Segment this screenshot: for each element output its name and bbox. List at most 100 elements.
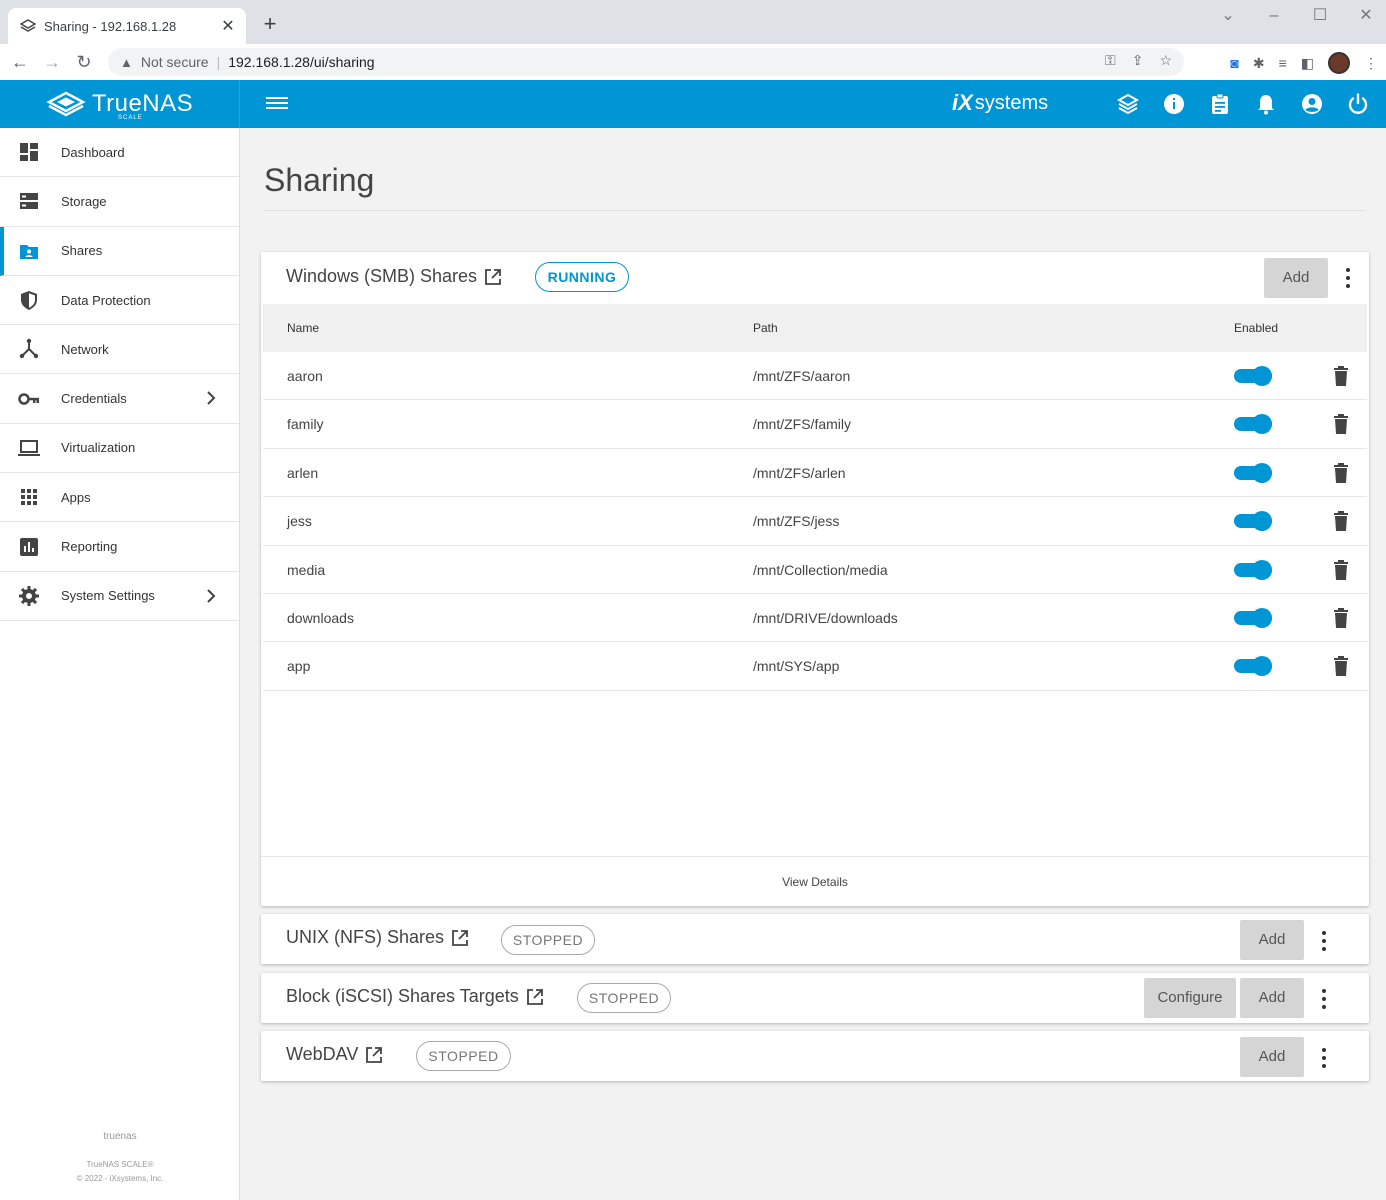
enabled-toggle[interactable]: [1234, 559, 1272, 580]
close-window-icon[interactable]: ✕: [1343, 6, 1386, 26]
sidebar-item-shares[interactable]: Shares: [0, 226, 239, 276]
header-actions: [1116, 92, 1370, 116]
nfs-add-button[interactable]: Add: [1240, 920, 1304, 960]
enabled-toggle[interactable]: [1234, 608, 1272, 628]
hostname: truenas: [103, 1131, 137, 1142]
maximize-icon[interactable]: ☐: [1297, 6, 1343, 26]
bookmark-star-icon[interactable]: ☆: [1159, 52, 1172, 69]
browser-tab[interactable]: Sharing - 192.168.1.28 ✕: [8, 8, 246, 44]
not-secure-label[interactable]: Not secure: [141, 54, 209, 70]
sidebar-item-dashboard[interactable]: Dashboard: [0, 128, 239, 178]
column-enabled[interactable]: Enabled: [1234, 321, 1278, 335]
ix-mark: iX: [952, 90, 973, 115]
extensions-puzzle-icon[interactable]: ✱: [1253, 55, 1265, 72]
delete-trash-icon[interactable]: [1333, 366, 1349, 386]
enabled-toggle[interactable]: [1234, 366, 1272, 386]
sidebar-item-label: Dashboard: [61, 144, 125, 160]
delete-trash-icon[interactable]: [1333, 414, 1349, 435]
account-circle-icon[interactable]: [1300, 92, 1324, 116]
smb-card-header: Windows (SMB) Shares RUNNING Add: [261, 252, 1369, 304]
nfs-more-menu-icon[interactable]: [1321, 931, 1327, 951]
task-manager-clipboard-icon[interactable]: [1208, 92, 1232, 116]
reading-list-icon[interactable]: ≡: [1279, 55, 1287, 71]
table-row[interactable]: aaron /mnt/ZFS/aaron: [263, 352, 1367, 401]
sidebar: Dashboard Storage Shares Data Protection…: [0, 128, 240, 1200]
iscsi-add-button[interactable]: Add: [1240, 978, 1304, 1018]
webdav-add-button[interactable]: Add: [1240, 1037, 1304, 1077]
view-details-link[interactable]: View Details: [261, 856, 1369, 906]
delete-trash-icon[interactable]: [1333, 462, 1349, 483]
delete-trash-icon[interactable]: [1333, 511, 1349, 532]
smb-card-title-link[interactable]: Windows (SMB) Shares: [286, 266, 502, 287]
profile-avatar[interactable]: [1328, 52, 1350, 74]
iscsi-status-badge[interactable]: STOPPED: [577, 983, 671, 1013]
new-tab-button[interactable]: +: [258, 12, 282, 36]
share-path: /mnt/ZFS/family: [753, 416, 852, 433]
sidebar-item-credentials[interactable]: Credentials: [0, 374, 239, 424]
column-path[interactable]: Path: [753, 321, 778, 335]
smb-more-menu-icon[interactable]: [1345, 268, 1351, 288]
url-text[interactable]: 192.168.1.28/ui/sharing: [228, 54, 374, 70]
iscsi-more-menu-icon[interactable]: [1321, 989, 1327, 1009]
sidebar-item-data-protection[interactable]: Data Protection: [0, 276, 239, 326]
vendor-name: systems: [974, 91, 1049, 114]
enabled-toggle[interactable]: [1234, 414, 1272, 435]
menu-toggle-icon[interactable]: [266, 94, 288, 114]
close-tab-icon[interactable]: ✕: [220, 16, 236, 36]
table-row[interactable]: jess /mnt/ZFS/jess: [263, 497, 1367, 546]
truenas-logo[interactable]: TrueNAS SCALE: [0, 80, 240, 128]
enabled-toggle[interactable]: [1234, 656, 1272, 677]
sidebar-item-label: Data Protection: [61, 292, 151, 308]
webdav-more-menu-icon[interactable]: [1321, 1048, 1327, 1068]
sidebar-item-reporting[interactable]: Reporting: [0, 522, 239, 572]
table-row[interactable]: downloads /mnt/DRIVE/downloads: [263, 594, 1367, 643]
tab-search-icon[interactable]: ⌄: [1205, 6, 1251, 26]
enabled-toggle[interactable]: [1234, 511, 1272, 532]
truecommand-icon[interactable]: [1116, 92, 1140, 116]
iscsi-configure-button[interactable]: Configure: [1144, 978, 1236, 1018]
info-icon[interactable]: [1162, 92, 1186, 116]
power-icon[interactable]: [1346, 92, 1370, 116]
share-path: /mnt/ZFS/jess: [753, 513, 840, 530]
delete-trash-icon[interactable]: [1333, 559, 1349, 580]
iscsi-card-title-link[interactable]: Block (iSCSI) Shares Targets: [286, 986, 544, 1007]
browser-menu-icon[interactable]: ⋮: [1364, 55, 1378, 72]
sidebar-item-label: Shares: [61, 243, 103, 259]
sidebar-item-virtualization[interactable]: Virtualization: [0, 424, 239, 474]
webdav-shares-card: WebDAV STOPPED Add: [261, 1031, 1369, 1081]
enabled-toggle[interactable]: [1234, 462, 1272, 483]
smb-status-badge[interactable]: RUNNING: [535, 262, 629, 292]
webdav-status-badge[interactable]: STOPPED: [416, 1041, 511, 1071]
iscsi-card-title: Block (iSCSI) Shares Targets: [286, 986, 519, 1006]
side-panel-icon[interactable]: ◧: [1301, 55, 1314, 72]
sidebar-item-apps[interactable]: Apps: [0, 473, 239, 523]
nfs-status-badge[interactable]: STOPPED: [501, 925, 595, 955]
nfs-card-title: UNIX (NFS) Shares: [286, 927, 445, 947]
password-key-icon[interactable]: ⚿: [1105, 52, 1116, 69]
screencast-extension-icon[interactable]: ◙: [1230, 55, 1238, 71]
table-row[interactable]: family /mnt/ZFS/family: [263, 400, 1367, 449]
nfs-card-header: UNIX (NFS) Shares STOPPED Add: [261, 914, 1369, 966]
sidebar-item-network[interactable]: Network: [0, 325, 239, 375]
table-row[interactable]: media /mnt/Collection/media: [263, 546, 1367, 594]
table-row[interactable]: arlen /mnt/ZFS/arlen: [263, 449, 1367, 498]
delete-trash-icon[interactable]: [1333, 656, 1349, 677]
forward-arrow-icon[interactable]: →: [36, 52, 68, 73]
sidebar-item-storage[interactable]: Storage: [0, 177, 239, 227]
sidebar-item-system-settings[interactable]: System Settings: [0, 572, 239, 621]
notifications-bell-icon[interactable]: [1254, 92, 1278, 116]
reload-icon[interactable]: ↻: [68, 52, 100, 73]
open-in-new-icon: [526, 988, 543, 1005]
back-arrow-icon[interactable]: ←: [4, 52, 36, 73]
delete-trash-icon[interactable]: [1333, 608, 1349, 628]
smb-add-button[interactable]: Add: [1264, 258, 1328, 298]
table-row[interactable]: app /mnt/SYS/app: [263, 642, 1367, 691]
nfs-card-title-link[interactable]: UNIX (NFS) Shares: [286, 927, 469, 948]
url-bar[interactable]: ▲ Not secure | 192.168.1.28/ui/sharing ⚿…: [108, 48, 1184, 76]
ixsystems-logo[interactable]: iX systems: [952, 90, 1048, 116]
column-name[interactable]: Name: [287, 321, 319, 335]
iscsi-card-header: Block (iSCSI) Shares Targets STOPPED Con…: [261, 973, 1369, 1025]
minimize-icon[interactable]: –: [1251, 6, 1297, 26]
webdav-card-title-link[interactable]: WebDAV: [286, 1044, 383, 1065]
share-icon[interactable]: ⇪: [1132, 52, 1144, 69]
